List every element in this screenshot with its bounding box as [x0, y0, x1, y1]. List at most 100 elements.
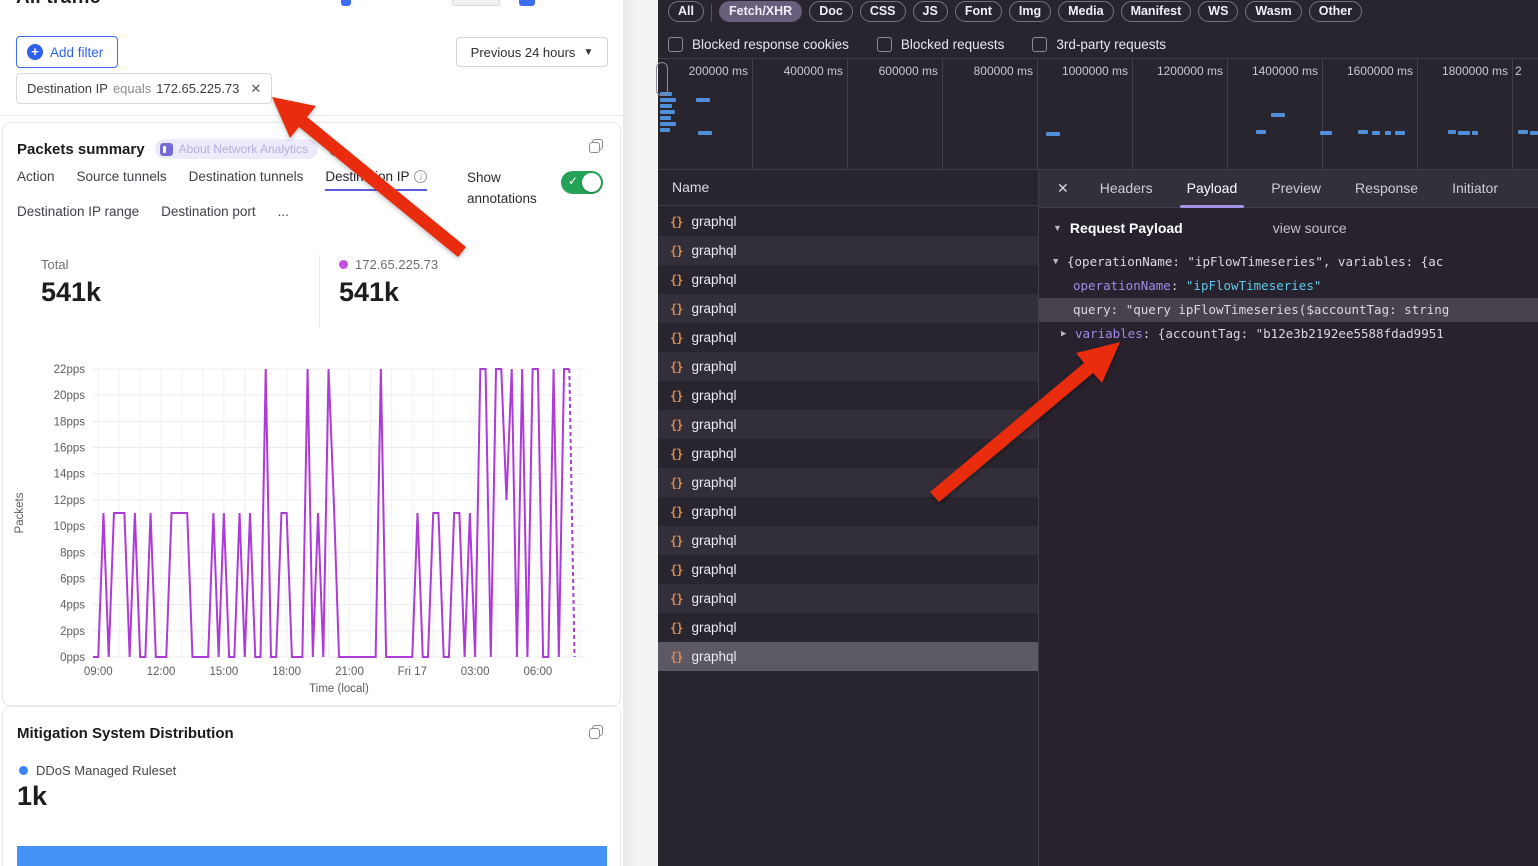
request-row[interactable]: {}graphql — [658, 265, 1038, 294]
filter-chip-manifest[interactable]: Manifest — [1121, 1, 1192, 22]
filter-chip-other[interactable]: Other — [1309, 1, 1362, 22]
request-row[interactable]: {}graphql — [658, 439, 1038, 468]
request-timing-bar[interactable] — [1395, 131, 1405, 135]
request-timing-bar[interactable] — [1046, 132, 1060, 136]
tab-destination-tunnels[interactable]: Destination tunnels — [189, 169, 304, 191]
request-timing-bar[interactable] — [1372, 131, 1380, 135]
tab-response[interactable]: Response — [1338, 170, 1435, 208]
checkbox-box[interactable] — [668, 37, 683, 52]
filter-chip-ws[interactable]: WS — [1198, 1, 1238, 22]
checkbox-blocked-response-cookies[interactable]: Blocked response cookies — [668, 37, 849, 52]
request-timing-bar[interactable] — [1385, 131, 1391, 135]
show-annotations-toggle[interactable]: ✓ — [561, 171, 603, 194]
checkbox-label: 3rd-party requests — [1056, 37, 1166, 52]
request-row[interactable]: {}graphql — [658, 613, 1038, 642]
time-range-label: Previous 24 hours — [471, 45, 576, 60]
expand-card-icon[interactable] — [589, 139, 604, 154]
request-timing-bar[interactable] — [660, 128, 670, 132]
request-timing-bar[interactable] — [1320, 131, 1332, 135]
payload-line[interactable]: ▶variables: {accountTag: "b12e3b2192ee55… — [1039, 322, 1538, 346]
checkbox-3rd-party-requests[interactable]: 3rd-party requests — [1032, 37, 1166, 52]
tab-destination-ip[interactable]: Destination IPi — [325, 169, 427, 191]
request-timing-bar[interactable] — [1271, 113, 1285, 117]
checkbox-box[interactable] — [1032, 37, 1047, 52]
name-column-header[interactable]: Name — [658, 170, 1038, 206]
filter-chip-img[interactable]: Img — [1009, 1, 1051, 22]
tab-destination-ip-range[interactable]: Destination IP range — [17, 204, 139, 226]
panel-gap — [623, 0, 658, 866]
tab-payload[interactable]: Payload — [1170, 170, 1255, 208]
triangle-down-icon[interactable]: ▼ — [1053, 250, 1058, 274]
request-timing-bar[interactable] — [1256, 130, 1266, 134]
request-timing-bar[interactable] — [1448, 130, 1456, 134]
payload-line[interactable]: query: "query ipFlowTimeseries($accountT… — [1039, 298, 1538, 322]
request-timing-bar[interactable] — [1518, 130, 1528, 134]
tab-destination-port[interactable]: Destination port — [161, 204, 256, 226]
request-row[interactable]: {}graphql — [658, 584, 1038, 613]
filter-chip-wasm[interactable]: Wasm — [1245, 1, 1301, 22]
filter-chip-media[interactable]: Media — [1058, 1, 1113, 22]
request-timing-bar[interactable] — [1530, 131, 1538, 135]
tab-label: Destination tunnels — [189, 169, 304, 184]
filter-chip-js[interactable]: JS — [913, 1, 948, 22]
tab--[interactable]: ... — [278, 204, 289, 226]
time-range-dropdown[interactable]: Previous 24 hours ▼ — [456, 37, 608, 67]
request-timing-bar[interactable] — [698, 131, 712, 135]
request-row[interactable]: {}graphql — [658, 381, 1038, 410]
expand-card-icon[interactable] — [589, 725, 604, 740]
stat-label: 172.65.225.73 — [355, 257, 438, 272]
filter-chip-css[interactable]: CSS — [860, 1, 906, 22]
checkbox-blocked-requests[interactable]: Blocked requests — [877, 37, 1005, 52]
request-row[interactable]: {}graphql — [658, 526, 1038, 555]
request-row[interactable]: {}graphql — [658, 642, 1038, 671]
filter-chip-doc[interactable]: Doc — [809, 1, 853, 22]
tab-action[interactable]: Action — [17, 169, 55, 191]
request-row[interactable]: {}graphql — [658, 410, 1038, 439]
detail-tabbar: ✕ HeadersPayloadPreviewResponseInitiator — [1039, 170, 1538, 208]
tab-label: Destination port — [161, 204, 256, 219]
payload-token: {operationName: "ipFlowTimeseries", vari… — [1067, 254, 1443, 269]
tab-source-tunnels[interactable]: Source tunnels — [77, 169, 167, 191]
remove-filter-icon[interactable]: ✕ — [250, 81, 261, 97]
request-type-filters: All Fetch/XHR Doc CSS JS Font Img Media Manifest… — [658, 0, 1538, 27]
filter-operator: equals — [113, 81, 151, 96]
request-payload-header[interactable]: ▼ Request Payload view source — [1053, 220, 1347, 236]
request-timing-bar[interactable] — [1472, 131, 1478, 135]
triangle-right-icon[interactable]: ▶ — [1061, 322, 1066, 346]
request-row[interactable]: {}graphql — [658, 468, 1038, 497]
tab-preview[interactable]: Preview — [1254, 170, 1338, 208]
checkbox-label: Blocked requests — [901, 37, 1005, 52]
request-row[interactable]: {}graphql — [658, 323, 1038, 352]
request-timing-bar[interactable] — [696, 98, 710, 102]
tab-label: Destination IP range — [17, 204, 139, 219]
request-row[interactable]: {}graphql — [658, 294, 1038, 323]
request-timing-bar[interactable] — [1458, 131, 1470, 135]
checkbox-box[interactable] — [877, 37, 892, 52]
request-timing-bar[interactable] — [660, 116, 671, 120]
payload-line[interactable]: ▼ {operationName: "ipFlowTimeseries", var… — [1039, 250, 1538, 274]
filter-chip-fetch-xhr[interactable]: Fetch/XHR — [719, 1, 802, 22]
request-row[interactable]: {}graphql — [658, 497, 1038, 526]
scrollbar-thumb[interactable] — [656, 62, 668, 96]
tab-initiator[interactable]: Initiator — [1435, 170, 1515, 208]
payload-line[interactable]: operationName: "ipFlowTimeseries" — [1039, 274, 1538, 298]
about-network-analytics-badge[interactable]: About Network Analytics — [155, 139, 318, 159]
request-timing-bar[interactable] — [1358, 130, 1368, 134]
payload-token: : — [1111, 302, 1126, 317]
tab-headers[interactable]: Headers — [1083, 170, 1170, 208]
filter-chip-font[interactable]: Font — [955, 1, 1002, 22]
request-timing-bar[interactable] — [660, 122, 676, 126]
request-row[interactable]: {}graphql — [658, 555, 1038, 584]
add-filter-button[interactable]: + Add filter — [16, 36, 118, 68]
request-timing-bar[interactable] — [660, 104, 672, 108]
request-row[interactable]: {}graphql — [658, 352, 1038, 381]
close-icon[interactable]: ✕ — [1057, 180, 1069, 197]
request-timing-bar[interactable] — [660, 110, 675, 114]
ruler-label: 400000 ms — [784, 64, 843, 78]
filter-chip-all[interactable]: All — [668, 1, 704, 22]
request-row[interactable]: {}graphql — [658, 236, 1038, 265]
request-timing-bar[interactable] — [660, 98, 676, 102]
filter-chip[interactable]: Destination IP equals 172.65.225.73 ✕ — [16, 73, 272, 104]
view-source-link[interactable]: view source — [1273, 220, 1347, 236]
request-row[interactable]: {}graphql — [658, 207, 1038, 236]
